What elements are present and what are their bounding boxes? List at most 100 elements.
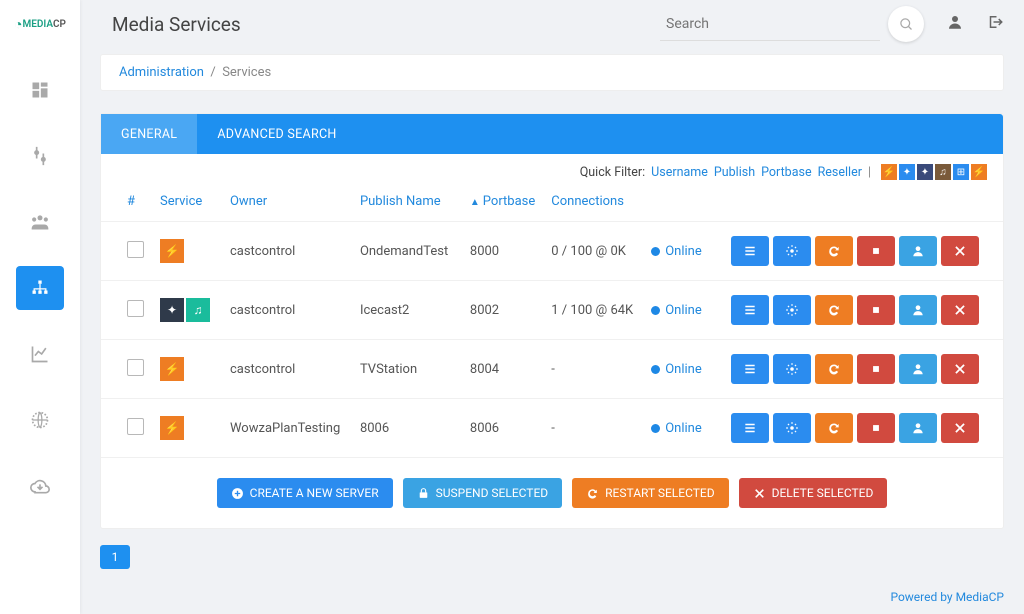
status-dot-icon	[651, 424, 660, 433]
row-actions	[731, 354, 995, 384]
status-link[interactable]: Online	[665, 421, 702, 436]
cell-publish: Icecast2	[352, 281, 462, 340]
qf-publish[interactable]: Publish	[714, 165, 755, 180]
user-button[interactable]	[899, 413, 937, 443]
restart-button[interactable]	[815, 236, 853, 266]
config-button[interactable]	[773, 354, 811, 384]
manage-button[interactable]	[731, 236, 769, 266]
table-row: ⚡ castcontrol OndemandTest 8000 0 / 100 …	[101, 222, 1003, 281]
row-actions	[731, 295, 995, 325]
config-button[interactable]	[773, 236, 811, 266]
row-actions	[731, 236, 995, 266]
restart-selected-button[interactable]: RESTART SELECTED	[572, 478, 728, 508]
qf-icon-4[interactable]: ♫	[935, 164, 951, 180]
breadcrumb-admin[interactable]: Administration	[119, 65, 204, 80]
page-1[interactable]: 1	[100, 545, 130, 569]
delete-button[interactable]	[941, 413, 979, 443]
qf-icon-6[interactable]: ⚡	[971, 164, 987, 180]
topbar: Media Services	[80, 0, 1024, 48]
qf-portbase[interactable]: Portbase	[761, 165, 811, 180]
search-icon	[899, 17, 914, 32]
delete-button[interactable]	[941, 236, 979, 266]
manage-button[interactable]	[731, 295, 769, 325]
status-link[interactable]: Online	[665, 244, 702, 259]
col-service[interactable]: Service	[152, 184, 222, 222]
sort-asc-icon: ▲	[470, 197, 480, 208]
delete-selected-button[interactable]: DELETE SELECTED	[739, 478, 888, 508]
refresh-icon	[586, 487, 599, 500]
service-type-icon: ⚡	[160, 416, 184, 440]
powered-by-link[interactable]: Powered by MediaCP	[890, 590, 1004, 604]
qf-icon-3[interactable]: ✦	[917, 164, 933, 180]
search-button[interactable]	[888, 6, 924, 42]
user-menu[interactable]	[946, 13, 964, 35]
nav-dashboard[interactable]	[16, 68, 64, 112]
row-checkbox[interactable]	[127, 241, 144, 258]
nav-users[interactable]	[16, 200, 64, 244]
qf-reseller[interactable]: Reseller	[818, 165, 862, 180]
col-publish[interactable]: Publish Name	[352, 184, 462, 222]
logout-button[interactable]	[986, 13, 1004, 35]
cell-publish: TVStation	[352, 340, 462, 399]
cell-connections: -	[543, 340, 643, 399]
manage-button[interactable]	[731, 354, 769, 384]
stop-button[interactable]	[857, 354, 895, 384]
status-dot-icon	[651, 365, 660, 374]
quick-filter: Quick Filter: Username Publish Portbase …	[101, 154, 1003, 184]
status-link[interactable]: Online	[665, 362, 702, 377]
nav-stats[interactable]	[16, 332, 64, 376]
restart-button[interactable]	[815, 413, 853, 443]
quick-filter-label: Quick Filter:	[580, 165, 645, 180]
create-server-button[interactable]: CREATE A NEW SERVER	[217, 478, 393, 508]
tab-advanced[interactable]: ADVANCED SEARCH	[197, 114, 356, 154]
user-button[interactable]	[899, 236, 937, 266]
config-button[interactable]	[773, 413, 811, 443]
breadcrumb-sep: /	[207, 65, 222, 80]
nav-web[interactable]	[16, 398, 64, 442]
delete-button[interactable]	[941, 295, 979, 325]
service-icons: ⚡	[160, 357, 214, 381]
delete-button[interactable]	[941, 354, 979, 384]
col-num[interactable]: #	[101, 184, 152, 222]
stop-button[interactable]	[857, 295, 895, 325]
table-row: ✦♫ castcontrol Icecast2 8002 1 / 100 @ 6…	[101, 281, 1003, 340]
config-button[interactable]	[773, 295, 811, 325]
nav-settings[interactable]	[16, 134, 64, 178]
cell-publish: 8006	[352, 399, 462, 458]
footer-actions: CREATE A NEW SERVER SUSPEND SELECTED RES…	[101, 458, 1003, 528]
col-portbase[interactable]: ▲Portbase	[462, 184, 543, 222]
search-input[interactable]	[660, 7, 880, 41]
qf-icon-5[interactable]: ⊞	[953, 164, 969, 180]
restart-button[interactable]	[815, 354, 853, 384]
manage-button[interactable]	[731, 413, 769, 443]
cell-connections: 1 / 100 @ 64K	[543, 281, 643, 340]
qf-icon-2[interactable]: ✦	[899, 164, 915, 180]
logo[interactable]: ◔ MEDIACP	[0, 0, 80, 48]
lock-icon	[417, 487, 430, 500]
tab-general[interactable]: GENERAL	[101, 114, 197, 154]
nav-download[interactable]	[16, 464, 64, 508]
row-checkbox[interactable]	[127, 359, 144, 376]
service-type-icon: ♫	[186, 298, 210, 322]
col-connections[interactable]: Connections	[543, 184, 643, 222]
restart-button[interactable]	[815, 295, 853, 325]
stop-button[interactable]	[857, 413, 895, 443]
stop-button[interactable]	[857, 236, 895, 266]
row-checkbox[interactable]	[127, 300, 144, 317]
user-button[interactable]	[899, 295, 937, 325]
nav-services[interactable]	[16, 266, 64, 310]
logout-icon	[986, 13, 1004, 31]
qf-icon-1[interactable]: ⚡	[881, 164, 897, 180]
cell-connections: 0 / 100 @ 0K	[543, 222, 643, 281]
table-row: ⚡ WowzaPlanTesting 8006 8006 - Online	[101, 399, 1003, 458]
suspend-selected-button[interactable]: SUSPEND SELECTED	[403, 478, 563, 508]
user-button[interactable]	[899, 354, 937, 384]
status-link[interactable]: Online	[665, 303, 702, 318]
qf-username[interactable]: Username	[651, 165, 708, 180]
cell-portbase: 8006	[462, 399, 543, 458]
row-checkbox[interactable]	[127, 418, 144, 435]
pagination: 1	[100, 545, 1004, 569]
breadcrumb: Administration / Services	[100, 54, 1004, 91]
breadcrumb-current: Services	[222, 65, 271, 80]
col-owner[interactable]: Owner	[222, 184, 352, 222]
